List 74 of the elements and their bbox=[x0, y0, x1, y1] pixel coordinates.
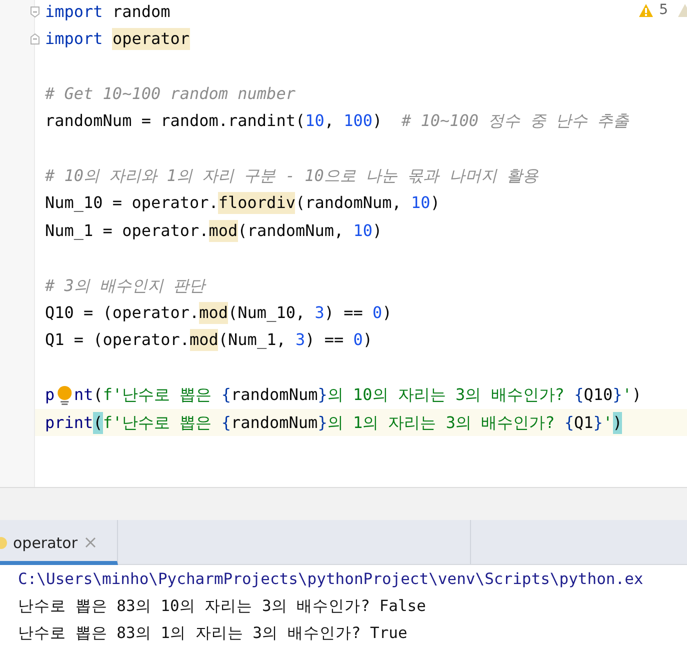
code-text: Q1 = (operator. bbox=[45, 329, 190, 352]
code-text: import bbox=[45, 28, 104, 50]
code-text: ' bbox=[602, 412, 613, 434]
output-line: 난수로 뽑은 83의 1의 자리는 3의 배수인가? True bbox=[18, 623, 408, 644]
code-text: (Num_10, bbox=[228, 302, 306, 324]
code-text: f'난수로 뽑은 bbox=[102, 412, 213, 434]
code-text: (randomNum, bbox=[238, 220, 345, 242]
output-line: 난수로 뽑은 83의 10의 자리는 3의 배수인가? False bbox=[18, 596, 427, 617]
code-text: # Get 10~100 random number bbox=[45, 82, 296, 105]
code-text: randomNum bbox=[230, 412, 318, 434]
lightbulb-icon bbox=[54, 384, 74, 406]
python-file-icon bbox=[0, 534, 7, 550]
code-text: ) bbox=[382, 302, 392, 324]
weak-warning-icon bbox=[677, 2, 687, 18]
code-text: Num_1 = operator. bbox=[45, 220, 209, 242]
code-text: 의 1의 자리는 3의 배수인가? bbox=[327, 412, 556, 434]
highlighted-symbol: mod bbox=[208, 220, 238, 242]
highlighted-symbol: operator bbox=[112, 28, 190, 50]
code-text: f'난수로 뽑은 bbox=[102, 384, 213, 406]
code-text: 10 bbox=[353, 220, 373, 242]
code-text: randomNum = random.randint( bbox=[45, 110, 306, 132]
code-text: (Num_1, bbox=[218, 329, 287, 352]
code-text: Num_10 = operator. bbox=[45, 192, 218, 214]
code-text: } bbox=[612, 384, 622, 406]
code-text: # 10~100 정수 중 난수 추출 bbox=[401, 110, 630, 132]
code-text: 3 bbox=[314, 302, 324, 324]
code-text: randomNum bbox=[231, 384, 318, 406]
code-text: } bbox=[318, 412, 328, 434]
code-text: ) bbox=[372, 220, 382, 242]
close-icon[interactable] bbox=[84, 536, 97, 549]
code-text: # 10의 자리와 1의 자리 구분 - 10으로 나눈 몫과 나머지 활용 bbox=[45, 165, 538, 188]
code-text: 의 10의 자리는 3의 배수인가? bbox=[327, 384, 566, 406]
code-text: ) bbox=[430, 192, 440, 214]
code-text: ' bbox=[622, 384, 632, 406]
code-text: random bbox=[111, 0, 170, 23]
run-tab[interactable]: operator bbox=[0, 520, 118, 565]
code-text: # 3의 배수인지 판단 bbox=[45, 274, 206, 297]
code-text: Q10 bbox=[584, 384, 613, 406]
code-text: { bbox=[564, 412, 574, 434]
code-text: 100 bbox=[344, 110, 373, 132]
code-text: 3 bbox=[295, 329, 306, 352]
code-text: nt bbox=[74, 384, 94, 406]
code-text: ( bbox=[93, 384, 103, 406]
code-text: ) bbox=[632, 384, 642, 406]
code-text: { bbox=[574, 384, 584, 406]
highlighted-symbol: mod bbox=[199, 302, 228, 324]
code-text: 0 bbox=[353, 329, 363, 352]
code-text: 10 bbox=[305, 110, 324, 132]
code-text: { bbox=[221, 384, 232, 406]
code-text: Q1 bbox=[574, 412, 594, 434]
code-text: } bbox=[593, 412, 603, 434]
code-text: import bbox=[45, 0, 103, 23]
code-text: ) bbox=[372, 110, 384, 132]
matched-paren: ( bbox=[93, 412, 103, 434]
code-text: , bbox=[324, 110, 335, 132]
code-text: ) == bbox=[324, 302, 364, 324]
highlighted-symbol: floordiv bbox=[218, 192, 296, 214]
code-text: } bbox=[318, 384, 328, 406]
code-text: { bbox=[221, 412, 231, 434]
code-text: 10 bbox=[411, 192, 430, 214]
command-line: C:\Users\minho\PycharmProjects\pythonProject\venv\Scripts\python.ex bbox=[18, 569, 644, 590]
code-text: print bbox=[45, 412, 94, 434]
code-text: ) == bbox=[305, 329, 345, 352]
code-text: ) bbox=[362, 329, 373, 352]
matched-paren: ) bbox=[612, 412, 622, 434]
warning-count[interactable]: 5 bbox=[659, 2, 668, 18]
code-text: (randomNum, bbox=[295, 192, 402, 214]
code-text: Q10 = (operator. bbox=[45, 302, 200, 324]
code-text: p bbox=[45, 384, 55, 406]
warning-icon bbox=[638, 2, 654, 18]
fold-icon[interactable] bbox=[30, 6, 40, 18]
fold-icon[interactable] bbox=[30, 33, 40, 46]
code-text: 0 bbox=[372, 302, 382, 324]
highlighted-symbol: mod bbox=[190, 329, 218, 352]
